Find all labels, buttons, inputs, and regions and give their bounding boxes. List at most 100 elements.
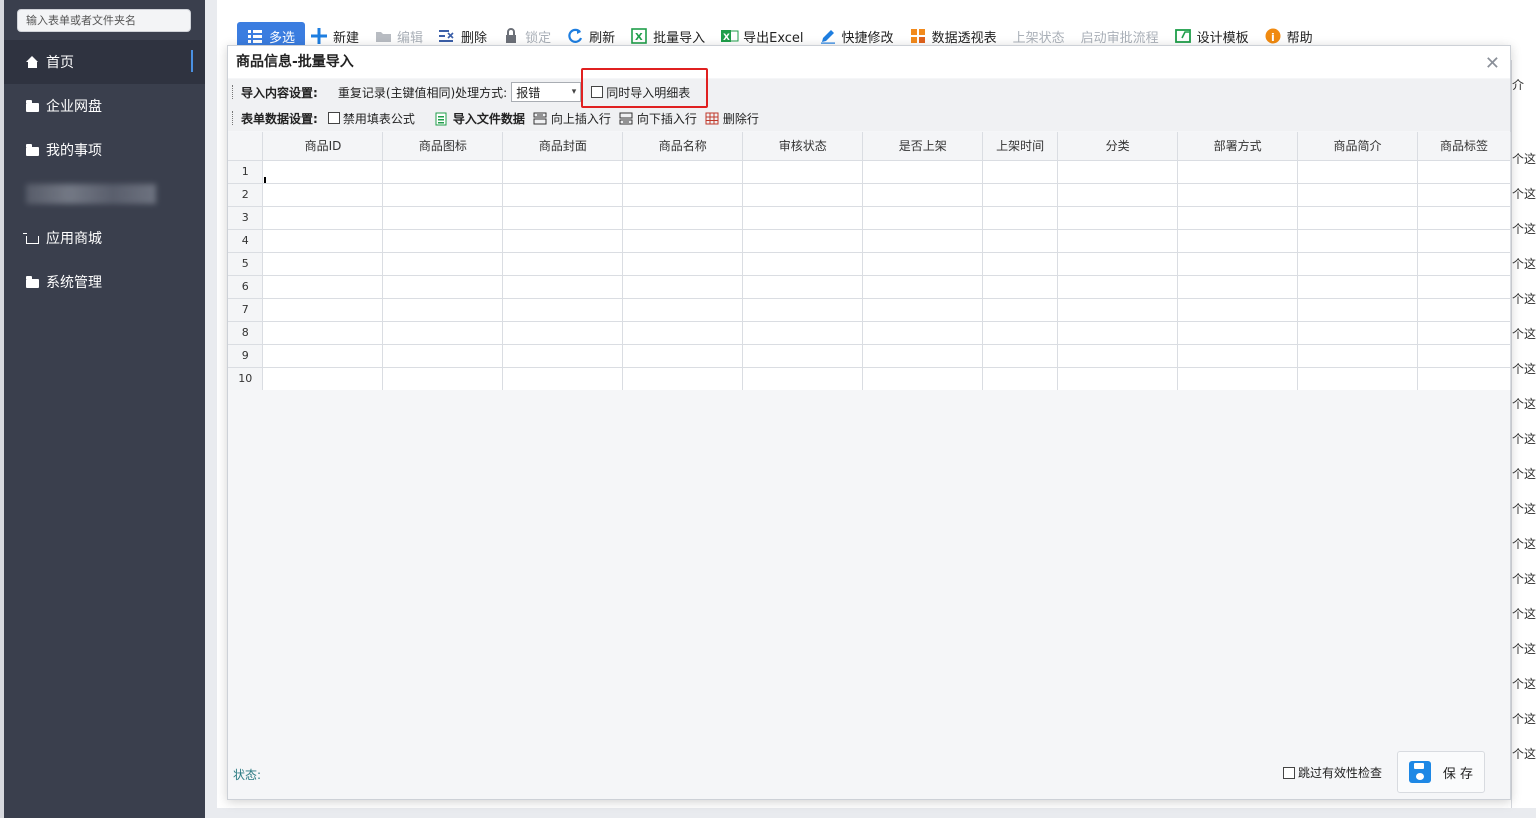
grid-cell[interactable]	[502, 229, 624, 253]
grid-cell[interactable]	[742, 275, 864, 299]
grid-cell[interactable]	[1297, 321, 1418, 345]
grid-cell[interactable]	[382, 275, 504, 299]
grid-cell[interactable]	[1177, 229, 1299, 253]
grid-cell[interactable]	[862, 298, 984, 322]
grid-cell[interactable]	[862, 344, 984, 368]
grid-cell[interactable]	[1057, 275, 1179, 299]
grid-cell[interactable]	[742, 344, 864, 368]
grid-cell[interactable]	[1057, 229, 1179, 253]
grid-cell[interactable]	[622, 160, 744, 184]
import-detail-option[interactable]: 同时导入明细表	[591, 84, 690, 101]
duplicate-handling-select[interactable]: 报错 ▾	[511, 82, 582, 102]
disable-formula-checkbox[interactable]	[327, 112, 340, 124]
grid-cell[interactable]	[982, 367, 1059, 390]
grid-cell[interactable]	[1057, 298, 1179, 322]
grid-cell[interactable]	[262, 321, 384, 345]
grid-cell[interactable]	[622, 229, 744, 253]
grid-cell[interactable]	[502, 252, 624, 276]
grid-cell[interactable]	[262, 275, 384, 299]
column-header[interactable]: 商品标签	[1417, 132, 1511, 161]
grid-cell[interactable]	[382, 321, 504, 345]
grid-cell[interactable]	[382, 229, 504, 253]
grid-cell[interactable]	[622, 344, 744, 368]
column-header[interactable]: 分类	[1057, 132, 1179, 161]
sidebar-item-home[interactable]: 首页	[4, 40, 205, 84]
grid-cell[interactable]	[1177, 367, 1299, 390]
grid-cell[interactable]	[1417, 229, 1511, 253]
grid-cell[interactable]	[1177, 298, 1299, 322]
grid-cell[interactable]	[1297, 160, 1418, 184]
row-number[interactable]: 9	[228, 344, 264, 368]
grid-cell[interactable]	[502, 298, 624, 322]
column-header[interactable]: 商品简介	[1297, 132, 1418, 161]
grid-cell[interactable]	[1057, 206, 1179, 230]
grid-cell[interactable]	[982, 298, 1059, 322]
insert-row-below-button[interactable]: 向下插入行	[619, 110, 697, 127]
column-header[interactable]: 商品名称	[622, 132, 744, 161]
grid-cell[interactable]	[1297, 298, 1418, 322]
grid-cell[interactable]	[982, 160, 1059, 184]
grid-cell[interactable]	[862, 252, 984, 276]
row-number[interactable]: 7	[228, 298, 264, 322]
grid-cell[interactable]	[262, 298, 384, 322]
grid-cell[interactable]	[502, 206, 624, 230]
grid-cell[interactable]	[982, 344, 1059, 368]
grid-cell[interactable]	[742, 229, 864, 253]
grid-cell[interactable]	[1297, 252, 1418, 276]
sidebar-item-my-tasks[interactable]: 我的事项	[4, 128, 205, 172]
grid-cell[interactable]	[742, 160, 864, 184]
grid-cell[interactable]	[382, 298, 504, 322]
grid-cell[interactable]	[382, 160, 504, 184]
grid-cell[interactable]	[1417, 321, 1511, 345]
grid-cell[interactable]	[982, 206, 1059, 230]
row-number[interactable]: 3	[228, 206, 264, 230]
column-header[interactable]: 上架时间	[982, 132, 1059, 161]
grid-cell[interactable]	[982, 321, 1059, 345]
column-header[interactable]: 商品封面	[502, 132, 624, 161]
grid-cell[interactable]	[622, 206, 744, 230]
grid-cell[interactable]	[622, 298, 744, 322]
import-file-button[interactable]: 导入文件数据	[435, 110, 525, 127]
grid-cell[interactable]	[262, 367, 384, 390]
grid-cell[interactable]	[862, 183, 984, 207]
grid-corner-cell[interactable]	[228, 132, 264, 161]
close-icon[interactable]: ✕	[1485, 48, 1500, 80]
grid-cell[interactable]	[382, 252, 504, 276]
row-number[interactable]: 10	[228, 367, 264, 390]
grid-cell[interactable]	[622, 275, 744, 299]
grid-cell[interactable]	[502, 344, 624, 368]
row-number[interactable]: 4	[228, 229, 264, 253]
grid-cell[interactable]	[502, 275, 624, 299]
grid-cell[interactable]	[1297, 206, 1418, 230]
grid-cell[interactable]	[1057, 344, 1179, 368]
column-header[interactable]: 审核状态	[742, 132, 864, 161]
row-number[interactable]: 2	[228, 183, 264, 207]
grid-cell[interactable]	[1297, 229, 1418, 253]
grid-cell[interactable]	[502, 160, 624, 184]
grid-cell[interactable]	[742, 206, 864, 230]
grid-cell[interactable]	[1417, 344, 1511, 368]
grid-cell[interactable]	[1177, 206, 1299, 230]
grid-cell[interactable]	[742, 298, 864, 322]
grid-cell[interactable]	[1417, 275, 1511, 299]
grid-cell[interactable]	[1177, 321, 1299, 345]
disable-formula-option[interactable]: 禁用填表公式	[327, 110, 415, 127]
grid-cell[interactable]	[982, 275, 1059, 299]
grid-cell[interactable]	[862, 367, 984, 390]
grid-cell[interactable]	[742, 367, 864, 390]
blurred-sidebar-item[interactable]	[26, 184, 156, 204]
grid-cell[interactable]	[982, 252, 1059, 276]
save-button[interactable]: 保 存	[1397, 751, 1485, 793]
column-header[interactable]: 商品ID	[262, 132, 384, 161]
grid-cell[interactable]	[622, 183, 744, 207]
grid-cell[interactable]	[382, 367, 504, 390]
row-number[interactable]: 8	[228, 321, 264, 345]
grid-cell[interactable]	[382, 183, 504, 207]
grid-cell[interactable]	[1177, 252, 1299, 276]
grid-cell[interactable]	[1177, 183, 1299, 207]
grid-cell[interactable]	[382, 344, 504, 368]
grid-cell[interactable]	[502, 321, 624, 345]
grid-cell[interactable]	[1057, 367, 1179, 390]
grid-cell[interactable]	[1297, 367, 1418, 390]
grid-cell[interactable]	[1417, 160, 1511, 184]
